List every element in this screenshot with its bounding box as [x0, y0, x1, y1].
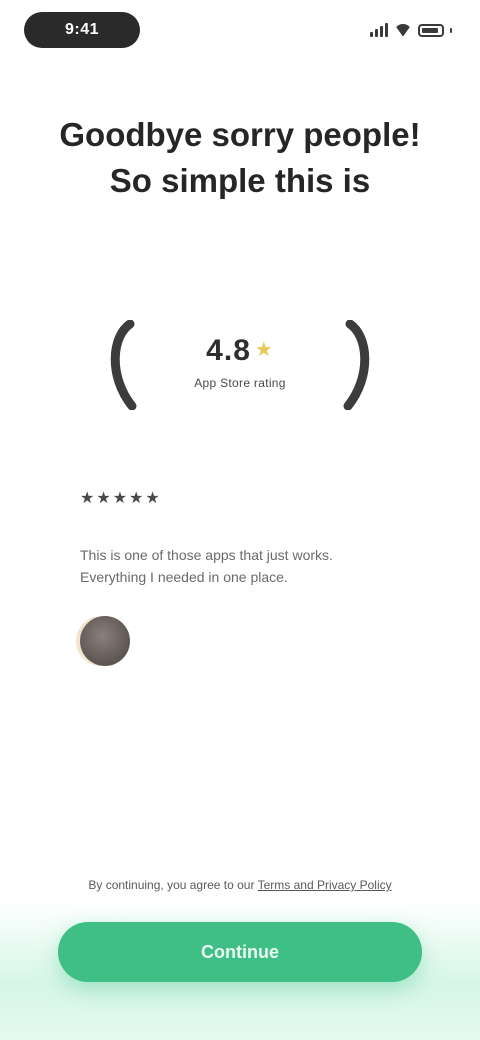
wifi-icon [394, 24, 412, 36]
star-icon: ★ [254, 339, 274, 361]
terms-text: By continuing, you agree to our [88, 878, 258, 892]
review-stars: ★★★★★ [80, 490, 162, 507]
badge-text: 4.8 ★ App Store rating [160, 334, 320, 390]
status-bar: 9:41 [0, 0, 480, 64]
laurel-left-icon [110, 320, 137, 410]
badge-value: 4.8 ★ [206, 334, 274, 367]
laurel-right-icon [343, 320, 370, 410]
continue-button[interactable]: Continue [58, 922, 422, 982]
review-text: This is one of those apps that just work… [80, 547, 333, 585]
rating-badge: 4.8 ★ App Store rating [100, 312, 380, 412]
signal-icon [370, 23, 388, 37]
page-title: Goodbye sorry people! So simple this is [59, 116, 421, 199]
badge-caption: App Store rating [194, 376, 286, 390]
battery-icon [418, 23, 444, 37]
battery-cap [450, 27, 452, 33]
status-time: 9:41 [24, 12, 140, 48]
reviewer [80, 616, 400, 666]
status-icons [370, 20, 452, 40]
terms-notice: By continuing, you agree to our Terms an… [60, 878, 420, 892]
avatar [80, 616, 130, 666]
terms-link[interactable]: Terms and Privacy Policy [258, 878, 392, 892]
review-card: ★★★★★ This is one of those apps that jus… [80, 488, 400, 666]
